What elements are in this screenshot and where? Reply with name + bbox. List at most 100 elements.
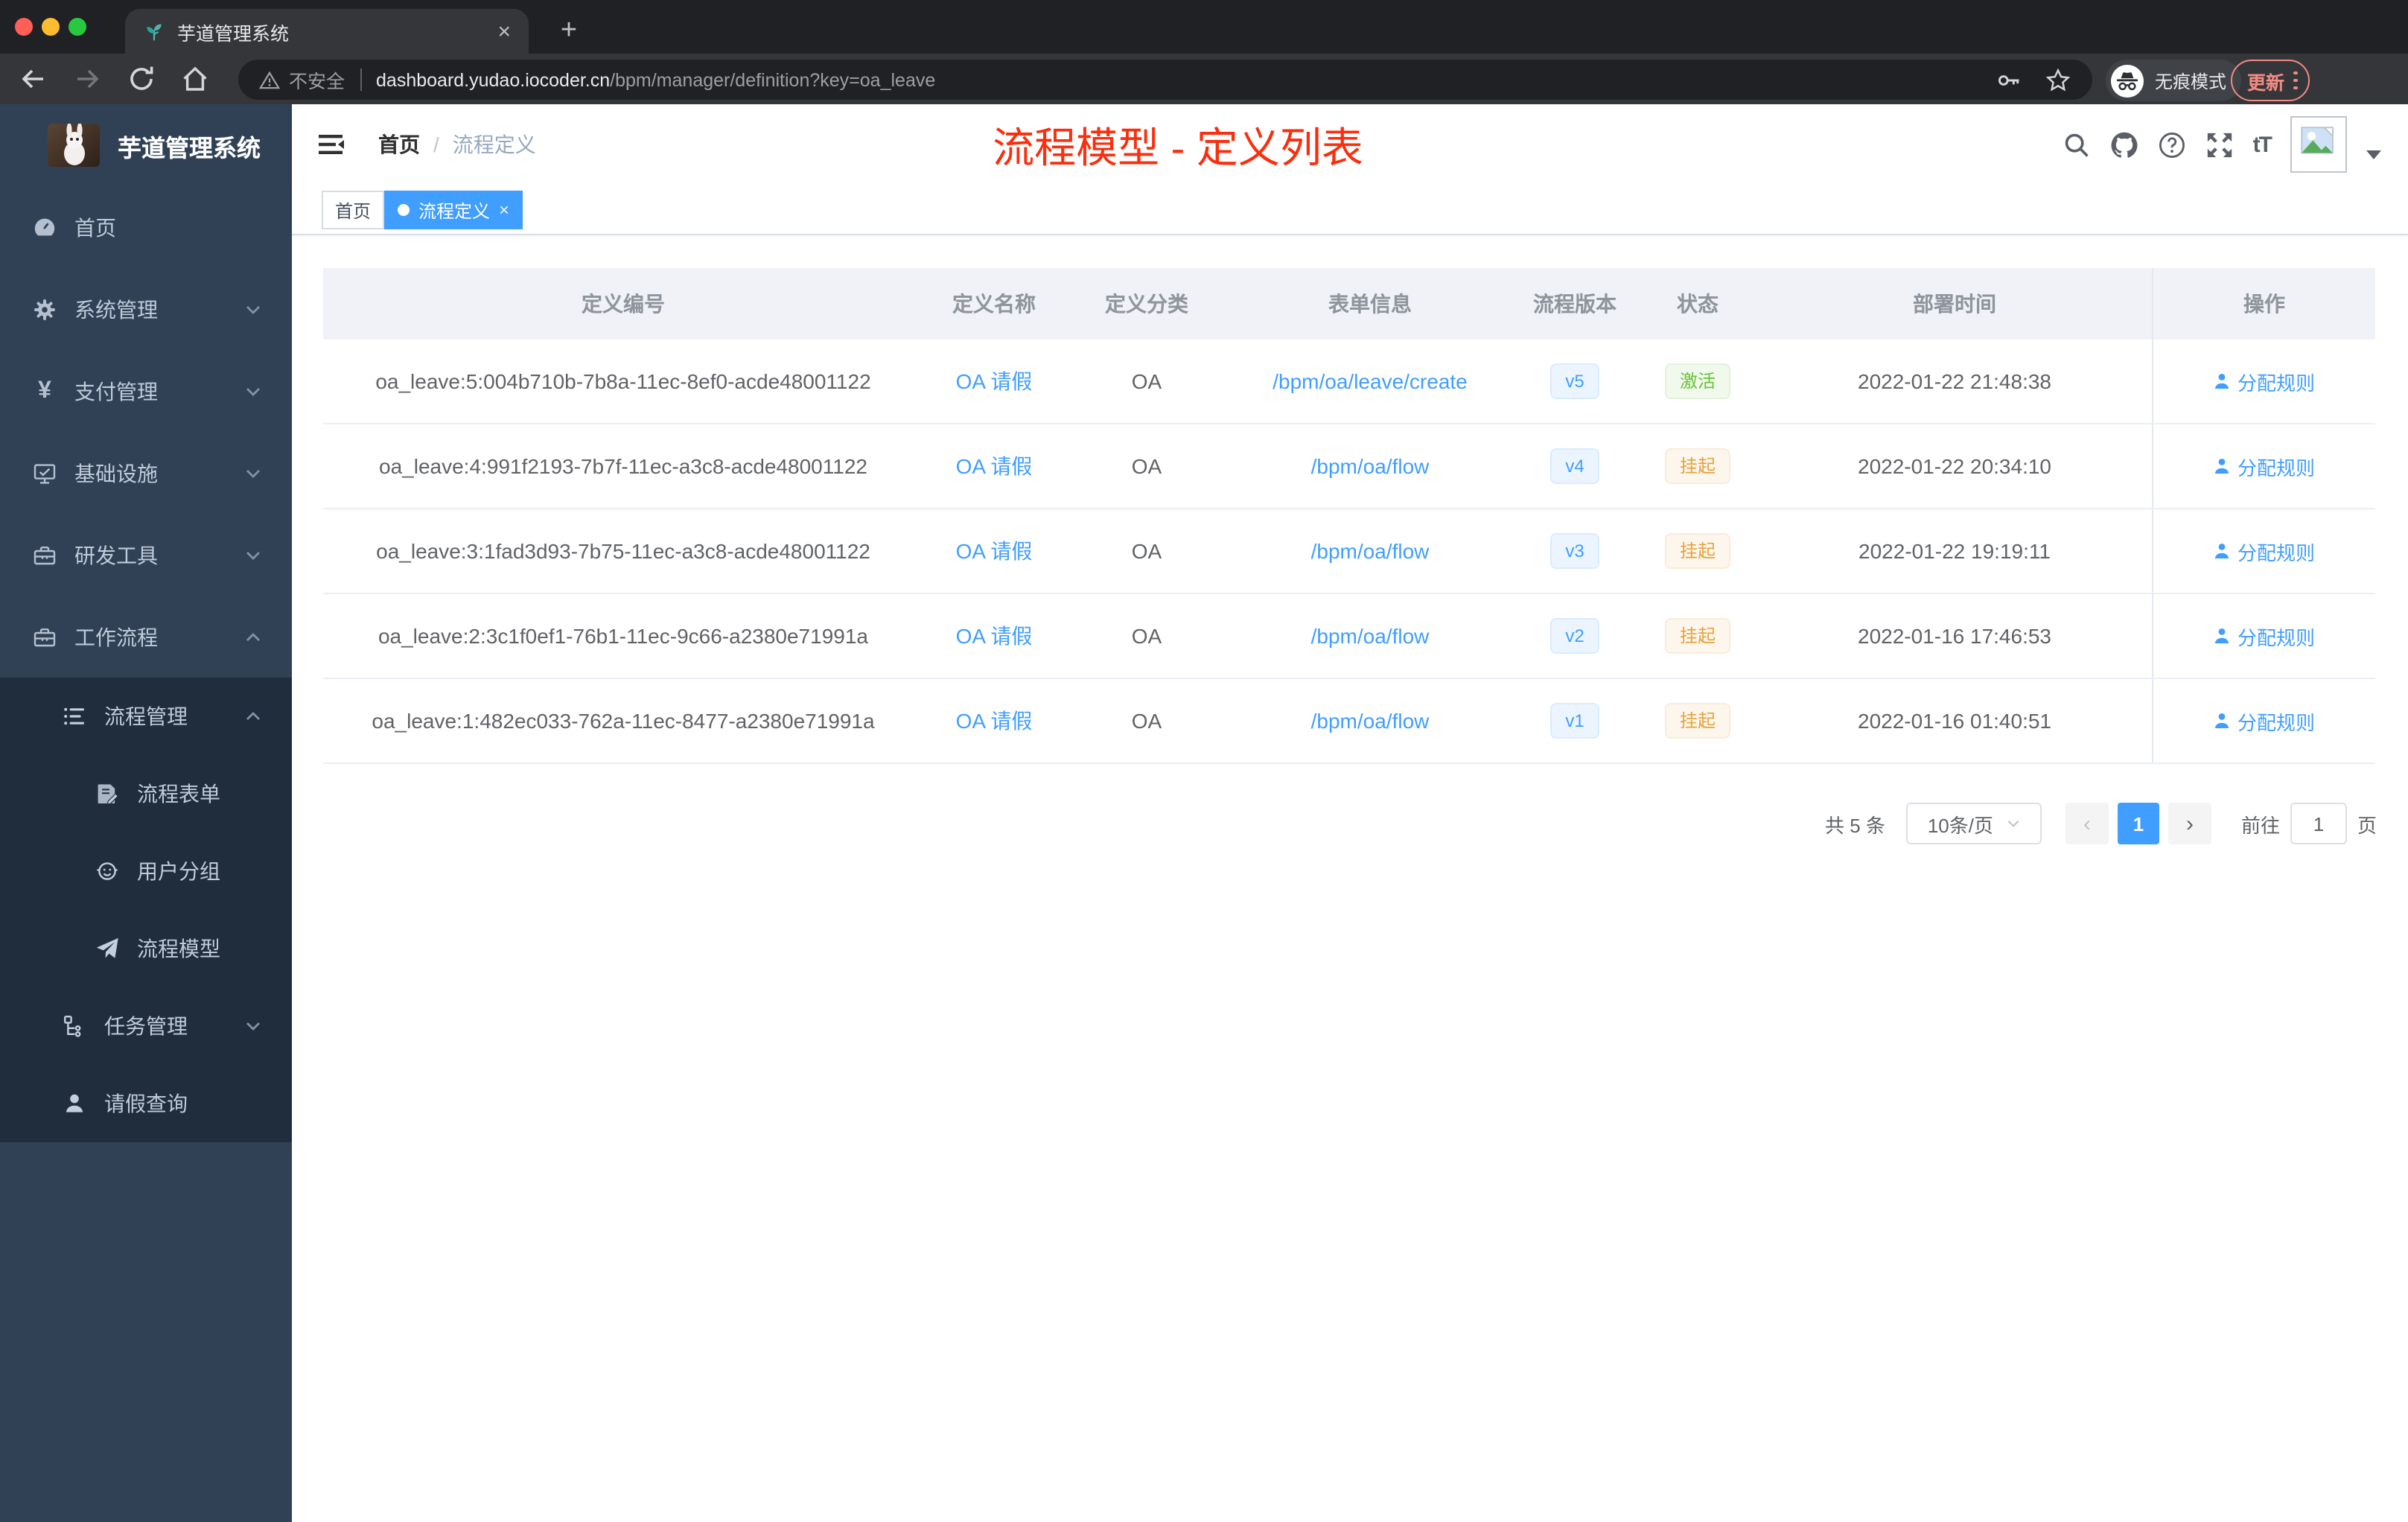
user-icon — [2214, 712, 2232, 730]
assign-rule-label: 分配规则 — [2237, 711, 2315, 733]
sidebar-item-label: 用户分组 — [137, 859, 220, 883]
sidebar-item-infrastructure[interactable]: 基础设施 — [0, 432, 292, 514]
assign-rule-label: 分配规则 — [2237, 372, 2315, 394]
address-bar[interactable]: 不安全 dashboard.yudao.iocoder.cn/bpm/manag… — [238, 60, 2092, 100]
sidebar-item-process-management[interactable]: 流程管理 — [0, 678, 292, 755]
top-navbar: 首页 / 流程定义 流程模型 - 定义列表 tT — [292, 104, 2408, 185]
avatar[interactable] — [2290, 116, 2347, 173]
tag-home[interactable]: 首页 — [322, 191, 385, 229]
assign-rule-link[interactable]: 分配规则 — [2214, 622, 2315, 650]
deploy-time: 2022-01-16 17:46:53 — [1858, 624, 2051, 648]
definition-name-link[interactable]: OA 请假 — [956, 539, 1033, 563]
sidebar-item-label: 流程表单 — [137, 782, 220, 806]
sidebar-item-payment[interactable]: ¥ 支付管理 — [0, 350, 292, 432]
definition-id: oa_leave:5:004b710b-7b8a-11ec-8ef0-acde4… — [375, 369, 871, 393]
sidebar-item-label: 请假查询 — [104, 1092, 188, 1115]
task-tree-icon — [63, 1014, 86, 1038]
sidebar-item-task-management[interactable]: 任务管理 — [0, 987, 292, 1065]
tab-favicon-plant-icon — [143, 20, 165, 42]
current-page-button[interactable]: 1 — [2117, 803, 2159, 844]
table-row: oa_leave:3:1fad3d93-7b75-11ec-a3c8-acde4… — [323, 509, 2375, 594]
form-link[interactable]: /bpm/oa/flow — [1311, 624, 1430, 648]
reload-icon[interactable] — [127, 64, 156, 94]
deploy-time: 2022-01-22 19:19:11 — [1858, 539, 2051, 563]
tab-close-icon[interactable]: × — [497, 20, 511, 42]
status-badge: 挂起 — [1664, 533, 1730, 569]
assign-rule-link[interactable]: 分配规则 — [2214, 367, 2315, 395]
bookmark-star-icon[interactable] — [2045, 66, 2071, 93]
table-header-row: 定义编号 定义名称 定义分类 表单信息 流程版本 状态 部署时间 操作 — [323, 268, 2375, 340]
new-tab-button[interactable]: + — [548, 10, 590, 52]
status-badge: 激活 — [1664, 363, 1730, 399]
status-badge: 挂起 — [1664, 618, 1730, 654]
person-icon — [63, 1092, 86, 1115]
form-link[interactable]: /bpm/oa/leave/create — [1273, 369, 1468, 393]
column-header: 定义名称 — [952, 292, 1036, 316]
home-icon[interactable] — [180, 64, 210, 94]
version-badge: v5 — [1550, 363, 1599, 399]
sidebar-logo: 芋道管理系统 — [0, 104, 292, 186]
incognito-icon — [2110, 63, 2144, 98]
definition-id: oa_leave:3:1fad3d93-7b75-11ec-a3c8-acde4… — [376, 539, 870, 563]
definition-name-link[interactable]: OA 请假 — [956, 369, 1033, 393]
goto-page-input[interactable] — [2290, 803, 2347, 844]
breadcrumb-current: 流程定义 — [452, 133, 536, 156]
definition-name-link[interactable]: OA 请假 — [956, 709, 1033, 733]
tag-process-definition[interactable]: 流程定义 × — [384, 191, 523, 229]
breadcrumb-home-link[interactable]: 首页 — [378, 130, 420, 159]
password-key-icon[interactable] — [1995, 66, 2022, 93]
browser-tab[interactable]: 芋道管理系统 × — [125, 9, 529, 54]
font-size-icon[interactable]: tT — [2253, 132, 2272, 157]
chevron-down-icon — [244, 300, 262, 318]
page-size-select[interactable]: 10条/页 — [1905, 803, 2042, 844]
sidebar-item-home[interactable]: 首页 — [0, 186, 292, 268]
form-icon — [95, 782, 119, 806]
browser-menu-icon[interactable] — [2293, 71, 2298, 90]
form-link[interactable]: /bpm/oa/flow — [1311, 539, 1430, 563]
assign-rule-link[interactable]: 分配规则 — [2214, 537, 2315, 565]
logo-avatar — [48, 124, 100, 167]
search-icon[interactable] — [2063, 130, 2091, 159]
fullscreen-icon[interactable] — [2205, 130, 2234, 159]
chevron-down-icon — [244, 1017, 262, 1035]
chevron-up-icon — [244, 628, 262, 646]
definition-category: OA — [1131, 624, 1162, 648]
chevron-down-icon — [244, 546, 262, 564]
sidebar-item-label: 首页 — [74, 215, 116, 239]
help-icon[interactable] — [2158, 130, 2186, 159]
gear-icon — [33, 297, 57, 321]
browser-toolbar: 不安全 dashboard.yudao.iocoder.cn/bpm/manag… — [0, 54, 2408, 104]
browser-update-button[interactable]: 更新 — [2231, 60, 2310, 101]
forward-icon[interactable] — [73, 64, 103, 94]
paper-plane-icon — [95, 937, 119, 961]
workflow-submenu: 流程管理 流程表单 用户分组 流程模型 任务管理 请假查询 — [0, 678, 292, 1142]
definition-name-link[interactable]: OA 请假 — [956, 624, 1033, 648]
sidebar-item-dev-tools[interactable]: 研发工具 — [0, 514, 292, 596]
sidebar-item-system[interactable]: 系统管理 — [0, 268, 292, 350]
user-menu-caret-icon[interactable] — [2366, 150, 2381, 159]
form-link[interactable]: /bpm/oa/flow — [1311, 709, 1430, 733]
sidebar-item-workflow[interactable]: 工作流程 — [0, 596, 292, 678]
sidebar-item-process-form[interactable]: 流程表单 — [0, 755, 292, 832]
definition-category: OA — [1131, 454, 1162, 478]
window-zoom-button[interactable] — [69, 18, 86, 36]
next-page-button[interactable]: › — [2167, 803, 2211, 844]
window-minimize-button[interactable] — [42, 18, 60, 36]
definition-name-link[interactable]: OA 请假 — [956, 454, 1033, 478]
sidebar-item-process-model[interactable]: 流程模型 — [0, 910, 292, 987]
red-annotation-text: 流程模型 - 定义列表 — [993, 125, 1363, 171]
back-icon[interactable] — [18, 64, 48, 94]
github-icon[interactable] — [2110, 130, 2138, 159]
definition-id: oa_leave:1:482ec033-762a-11ec-8477-a2380… — [372, 709, 875, 733]
tag-close-icon[interactable]: × — [499, 201, 509, 219]
sidebar-item-label: 工作流程 — [74, 625, 158, 649]
sidebar-toggle-icon[interactable] — [316, 130, 345, 159]
sidebar-item-user-group[interactable]: 用户分组 — [0, 832, 292, 910]
sidebar-item-label: 研发工具 — [74, 543, 158, 567]
assign-rule-link[interactable]: 分配规则 — [2214, 452, 2315, 480]
window-close-button[interactable] — [15, 18, 33, 36]
assign-rule-link[interactable]: 分配规则 — [2214, 707, 2315, 735]
prev-page-button[interactable]: ‹ — [2065, 803, 2109, 844]
form-link[interactable]: /bpm/oa/flow — [1311, 454, 1430, 478]
sidebar-item-leave-query[interactable]: 请假查询 — [0, 1065, 292, 1142]
